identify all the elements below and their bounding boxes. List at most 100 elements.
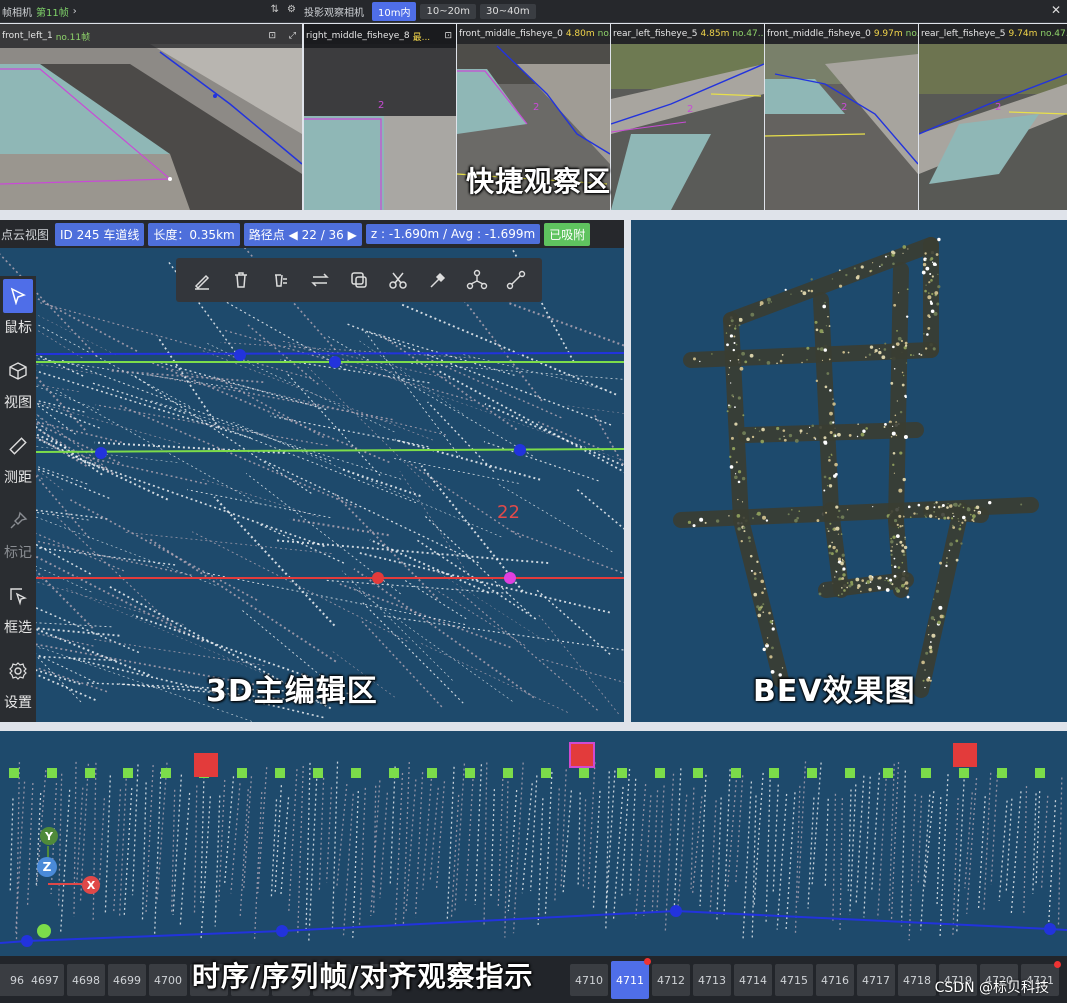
lane-point[interactable] <box>670 905 682 917</box>
timeline-canvas[interactable] <box>0 731 1067 956</box>
scissors-icon[interactable] <box>383 265 413 295</box>
gear-icon <box>3 654 33 688</box>
focus-icon[interactable]: ⊡ <box>268 31 276 41</box>
sidebar-item-mouse[interactable]: 鼠标 <box>0 276 36 340</box>
frame-tile[interactable]: 4716 <box>816 964 854 996</box>
expand-icon[interactable]: ⤢ <box>289 31 296 41</box>
frame-marker[interactable] <box>237 768 247 778</box>
sidebar-item-measure[interactable]: 测距 <box>0 426 36 490</box>
frame-marker[interactable] <box>807 768 817 778</box>
range-30-40m-button[interactable]: 30~40m <box>480 4 536 19</box>
svg-text:2: 2 <box>378 100 384 111</box>
next-point-icon[interactable]: ▶ <box>348 228 357 242</box>
lane-point[interactable] <box>21 935 33 947</box>
lane-point[interactable] <box>372 572 384 584</box>
delete-point-icon[interactable] <box>265 265 295 295</box>
sidebar-item-view[interactable]: 视图 <box>0 351 36 415</box>
frame-marker[interactable] <box>1035 768 1045 778</box>
frame-marker[interactable] <box>921 768 931 778</box>
frame-tile[interactable]: 4710 <box>570 964 608 996</box>
frame-tile[interactable]: 4699 <box>108 964 146 996</box>
camera-label: front_middle_fisheye_0 4.80m no.11 <box>457 24 610 44</box>
gear-icon[interactable]: ⚙ <box>287 4 296 15</box>
sort-icon[interactable]: ⇅ <box>271 4 279 15</box>
frame-marker[interactable] <box>617 768 627 778</box>
frame-marker[interactable] <box>275 768 285 778</box>
prev-point-icon[interactable]: ◀ <box>289 228 298 242</box>
camera-view-rear-left-2[interactable]: 2 rear_left_fisheye_5 9.74m no.47... <box>919 24 1067 210</box>
lane-point[interactable] <box>234 349 246 361</box>
svg-text:2: 2 <box>687 104 693 115</box>
camera-view-front-middle-2[interactable]: 2 front_middle_fisheye_0 9.97m no.47... <box>765 24 918 210</box>
frame-marker[interactable] <box>161 768 171 778</box>
frame-marker[interactable] <box>579 768 589 778</box>
bev-view[interactable]: BEV效果图 <box>631 220 1067 722</box>
frame-tile[interactable]: 4718 <box>898 964 936 996</box>
frame-tile[interactable]: 4697 <box>26 964 64 996</box>
frame-marker[interactable] <box>693 768 703 778</box>
timeline-view[interactable]: Y Z X 96 4697 4698 4699 4700 4710 4711 4712 4713… <box>0 731 1067 1003</box>
camera-image: 2 <box>304 24 456 210</box>
nodes-icon[interactable] <box>462 265 492 295</box>
close-icon[interactable]: ✕ <box>1051 3 1061 17</box>
frame-marker[interactable] <box>123 768 133 778</box>
pointcloud-3d-view[interactable]: 点云视图 ID 245 车道线 长度：0.35km 路径点 ◀ 22 / 36 … <box>0 220 624 722</box>
frame-tile[interactable]: 4700 <box>149 964 187 996</box>
frame-marker[interactable] <box>997 768 1007 778</box>
dropper-icon[interactable] <box>423 265 453 295</box>
frame-tile[interactable]: 4715 <box>775 964 813 996</box>
frame-marker[interactable] <box>47 768 57 778</box>
frame-marker[interactable] <box>389 768 399 778</box>
connect-icon[interactable] <box>501 265 531 295</box>
keyframe-marker[interactable] <box>194 753 218 777</box>
frame-tile[interactable]: 4712 <box>652 964 690 996</box>
frame-marker[interactable] <box>845 768 855 778</box>
current-frame-marker[interactable] <box>569 742 595 768</box>
frame-marker[interactable] <box>731 768 741 778</box>
frame-tile[interactable]: 4714 <box>734 964 772 996</box>
frame-marker[interactable] <box>769 768 779 778</box>
camera-view-front-left[interactable]: front_left_1 no.11帧 ⊡ ⤢ <box>0 24 302 210</box>
range-10m-button[interactable]: 10m内 <box>372 2 417 21</box>
frame-marker[interactable] <box>655 768 665 778</box>
axis-y-icon: Y <box>40 827 58 845</box>
pen-icon[interactable] <box>187 265 217 295</box>
frame-marker[interactable] <box>541 768 551 778</box>
lane-point[interactable] <box>1044 923 1056 935</box>
frame-tile[interactable]: 4711 <box>611 958 651 999</box>
frame-marker[interactable] <box>503 768 513 778</box>
chevron-right-icon[interactable]: › <box>73 6 77 17</box>
camera-view-rear-left-1[interactable]: 2 rear_left_fisheye_5 4.85m no.47... <box>611 24 764 210</box>
frame-marker[interactable] <box>959 768 969 778</box>
focus-icon[interactable]: ⊡ <box>444 31 452 41</box>
sidebar-item-settings[interactable]: 设置 <box>0 651 36 715</box>
range-10-20m-button[interactable]: 10~20m <box>420 4 477 19</box>
snap-chip[interactable]: 已吸附 <box>544 222 591 246</box>
frame-marker[interactable] <box>465 768 475 778</box>
watermark: CSDN @标贝科技 <box>934 980 1049 996</box>
lane-point[interactable] <box>276 925 288 937</box>
trash-icon[interactable] <box>226 265 256 295</box>
frame-marker[interactable] <box>85 768 95 778</box>
frame-number: 第11帧 <box>36 8 69 19</box>
copy-icon[interactable] <box>344 265 374 295</box>
frame-marker[interactable] <box>313 768 323 778</box>
frame-tile[interactable]: 4713 <box>693 964 731 996</box>
frame-marker[interactable] <box>351 768 361 778</box>
frame-tile[interactable]: 4717 <box>857 964 895 996</box>
path-point-label: 22 <box>497 502 520 523</box>
frame-marker[interactable] <box>427 768 437 778</box>
lane-point[interactable] <box>329 356 341 368</box>
lane-point[interactable] <box>95 447 107 459</box>
sidebar-item-box-select[interactable]: 框选 <box>0 576 36 640</box>
lane-point[interactable] <box>504 572 516 584</box>
lane-point[interactable] <box>514 444 526 456</box>
reverse-icon[interactable] <box>305 265 335 295</box>
camera-view-right-middle[interactable]: 2 right_middle_fisheye_8 最... ⊡ <box>304 24 456 210</box>
path-point-chip: 路径点 ◀ 22 / 36 ▶ <box>243 222 362 246</box>
frame-tile[interactable]: 4698 <box>67 964 105 996</box>
frame-marker[interactable] <box>9 768 19 778</box>
frame-marker[interactable] <box>883 768 893 778</box>
sidebar-item-mark[interactable]: 标记 <box>0 501 36 565</box>
keyframe-marker[interactable] <box>953 743 977 767</box>
